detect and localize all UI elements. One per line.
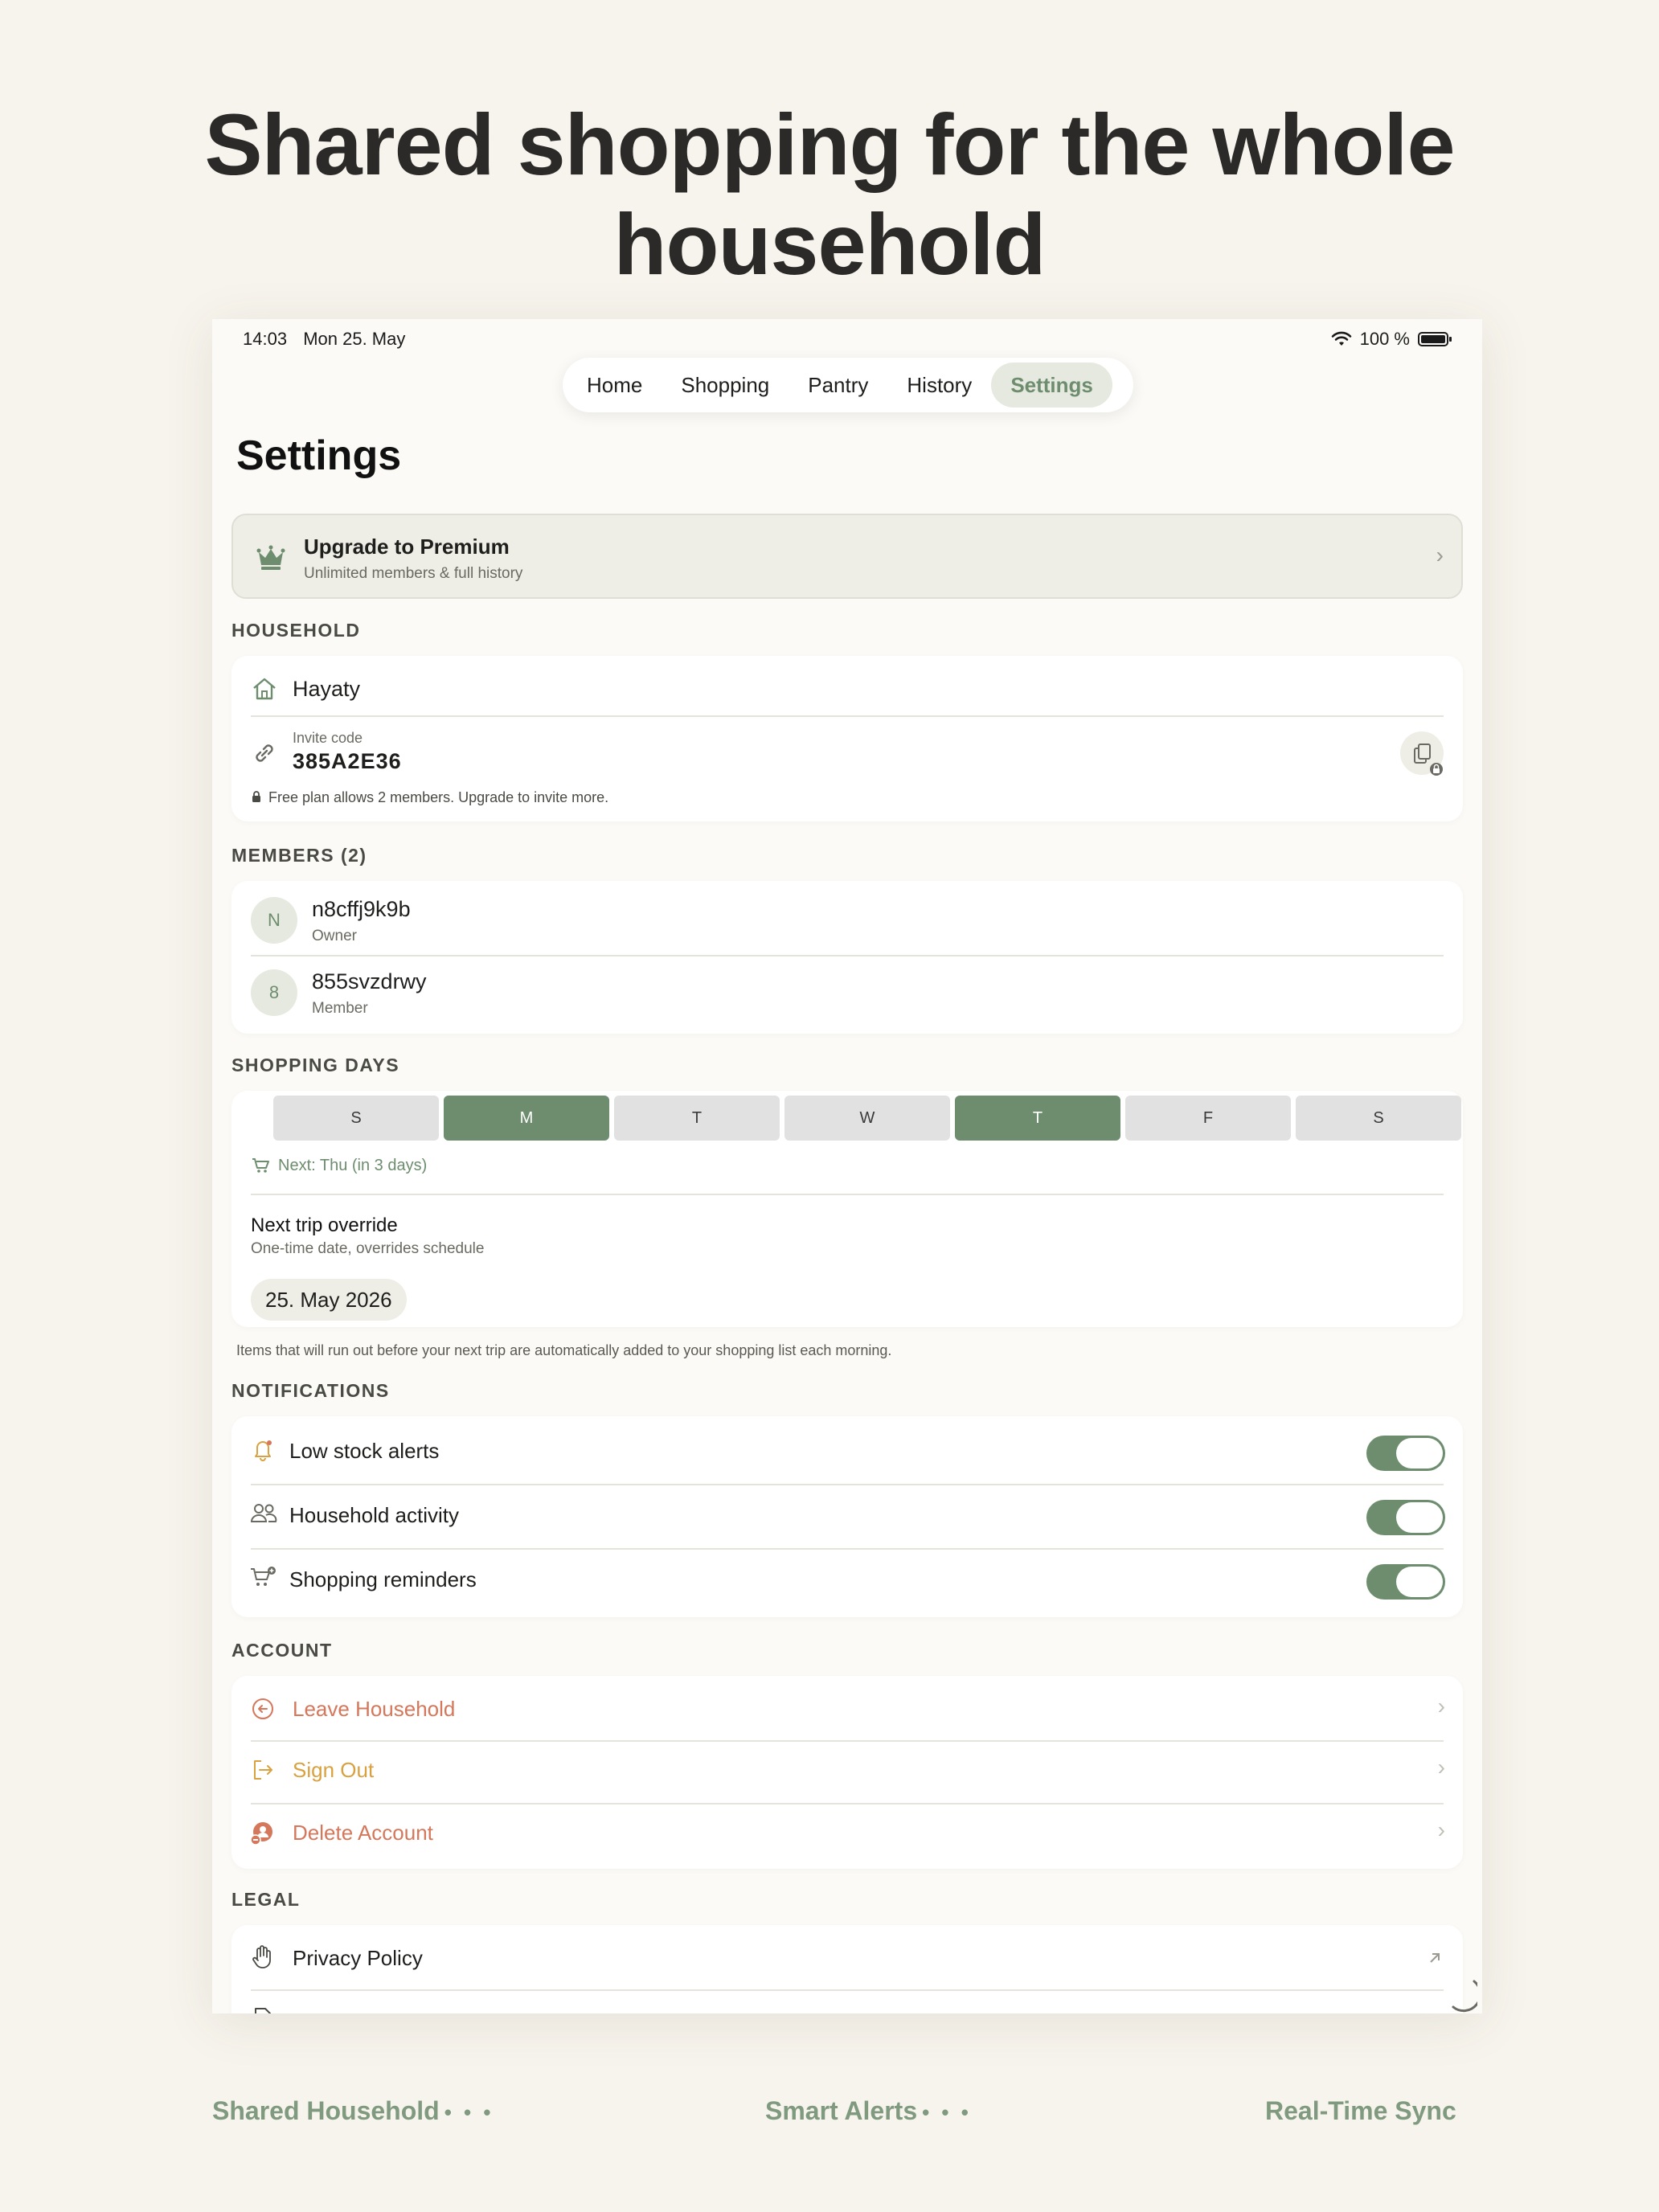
day-wednesday[interactable]: W (784, 1096, 950, 1141)
external-link-icon (1430, 1953, 1440, 1963)
footer-feature: Shared Household • • • (212, 2096, 494, 2125)
shopping-days-card: S M T W T F S Next: Thu (in 3 days) Next… (231, 1091, 1463, 1327)
day-friday[interactable]: F (1125, 1096, 1291, 1141)
sign-out-row[interactable]: Sign Out › (231, 1740, 1463, 1803)
account-action-label: Leave Household (293, 1697, 456, 1721)
cart-icon (252, 1158, 269, 1173)
tab-pantry[interactable]: Pantry (789, 363, 887, 408)
member-name: n8cffj9k9b (312, 897, 411, 921)
day-monday[interactable]: M (444, 1096, 609, 1141)
bell-icon (255, 1440, 272, 1461)
upgrade-premium-row[interactable]: Upgrade to Premium Unlimited members & f… (231, 514, 1463, 599)
notification-label: Household activity (289, 1503, 459, 1527)
section-label-notifications: NOTIFICATIONS (231, 1380, 390, 1401)
link-icon (256, 744, 273, 762)
leave-icon (252, 1698, 273, 1719)
account-action-label: Sign Out (293, 1758, 375, 1782)
day-tuesday[interactable]: T (614, 1096, 780, 1141)
member-role: Member (312, 1000, 368, 1017)
house-icon (253, 678, 276, 700)
day-saturday[interactable]: S (1296, 1096, 1461, 1141)
section-label-members: MEMBERS (2) (231, 845, 367, 866)
battery-icon (1418, 332, 1452, 346)
people-icon (250, 1504, 277, 1522)
cart-plus-icon (251, 1567, 276, 1586)
hand-icon (252, 1945, 271, 1968)
notifications-card: Low stock alerts Household activity Shop… (231, 1416, 1463, 1617)
notification-label: Shopping reminders (289, 1567, 477, 1591)
sign-out-icon (254, 1760, 272, 1780)
member-name: 855svzdrwy (312, 969, 427, 993)
marketing-headline: Shared shopping for the whole household (204, 96, 1455, 293)
override-subtitle: One-time date, overrides schedule (251, 1240, 485, 1257)
household-activity-toggle[interactable] (1366, 1500, 1445, 1535)
premium-title: Upgrade to Premium (304, 535, 510, 559)
status-date: Mon 25. May (303, 329, 406, 349)
avatar: 8 (251, 969, 297, 1016)
members-card: N n8cffj9k9b Owner 8 855svzdrwy Member (231, 881, 1463, 1034)
lock-icon (252, 791, 260, 802)
shopping-reminders-toggle[interactable] (1366, 1564, 1445, 1600)
account-card: Leave Household › Sign Out › Delete Acco… (231, 1676, 1463, 1869)
privacy-policy-row[interactable]: Privacy Policy (231, 1925, 1463, 1989)
section-label-shopping-days: SHOPPING DAYS (231, 1055, 400, 1075)
premium-subtitle: Unlimited members & full history (304, 565, 523, 582)
notification-label: Low stock alerts (289, 1439, 440, 1463)
section-label-account: ACCOUNT (231, 1640, 333, 1661)
invite-code-value: 385A2E36 (293, 749, 402, 773)
chevron-right-icon: › (1436, 543, 1444, 567)
member-role: Owner (312, 928, 357, 944)
lock-badge-icon (1430, 763, 1443, 776)
spinner-icon (1452, 1980, 1477, 2013)
delete-account-icon (250, 1822, 272, 1845)
battery-percent: 100 % (1359, 329, 1410, 349)
invite-code-label: Invite code (293, 730, 363, 746)
low-stock-toggle[interactable] (1366, 1436, 1445, 1471)
footer-feature: Real-Time Sync (1265, 2096, 1456, 2125)
avatar: N (251, 897, 297, 944)
top-tab-bar: Home Shopping Pantry History Settings (563, 358, 1133, 412)
status-time: 14:03 (243, 329, 288, 349)
legal-card: Privacy Policy (231, 1925, 1463, 2013)
page-title: Settings (236, 432, 402, 479)
household-name: Hayaty (293, 677, 361, 701)
day-sunday[interactable]: S (273, 1096, 439, 1141)
section-label-household: HOUSEHOLD (231, 620, 361, 641)
copy-invite-button[interactable] (1400, 731, 1444, 776)
footer-feature: Smart Alerts • • • (765, 2096, 972, 2125)
tab-history[interactable]: History (887, 363, 991, 408)
next-trip-text: Next: Thu (in 3 days) (278, 1157, 428, 1174)
chevron-right-icon: › (1437, 1694, 1445, 1718)
wifi-icon (1331, 331, 1351, 346)
legal-item-label: Privacy Policy (293, 1946, 423, 1970)
plan-note: Free plan allows 2 members. Upgrade to i… (268, 789, 609, 805)
document-icon (255, 2008, 271, 2013)
shopping-days-footnote: Items that will run out before your next… (236, 1342, 892, 1358)
override-title: Next trip override (251, 1215, 398, 1236)
tab-home[interactable]: Home (567, 363, 662, 408)
tab-shopping[interactable]: Shopping (662, 363, 789, 408)
chevron-right-icon: › (1437, 1817, 1445, 1842)
device-screen: 14:03 Mon 25. May 100 % Home Shopping Pa… (212, 319, 1482, 2013)
leave-household-row[interactable]: Leave Household › (231, 1676, 1463, 1740)
override-date-picker[interactable]: 25. May 2026 (251, 1279, 407, 1321)
household-card: Hayaty Invite code 385A2E36 Free plan al… (231, 656, 1463, 821)
crown-icon (256, 545, 285, 570)
day-thursday[interactable]: T (955, 1096, 1120, 1141)
chevron-right-icon: › (1437, 1755, 1445, 1780)
tab-settings[interactable]: Settings (991, 363, 1112, 408)
account-action-label: Delete Account (293, 1821, 433, 1845)
status-bar: 14:03 Mon 25. May 100 % (212, 319, 1482, 361)
delete-account-row[interactable]: Delete Account › (231, 1803, 1463, 1869)
section-label-legal: LEGAL (231, 1889, 301, 1910)
